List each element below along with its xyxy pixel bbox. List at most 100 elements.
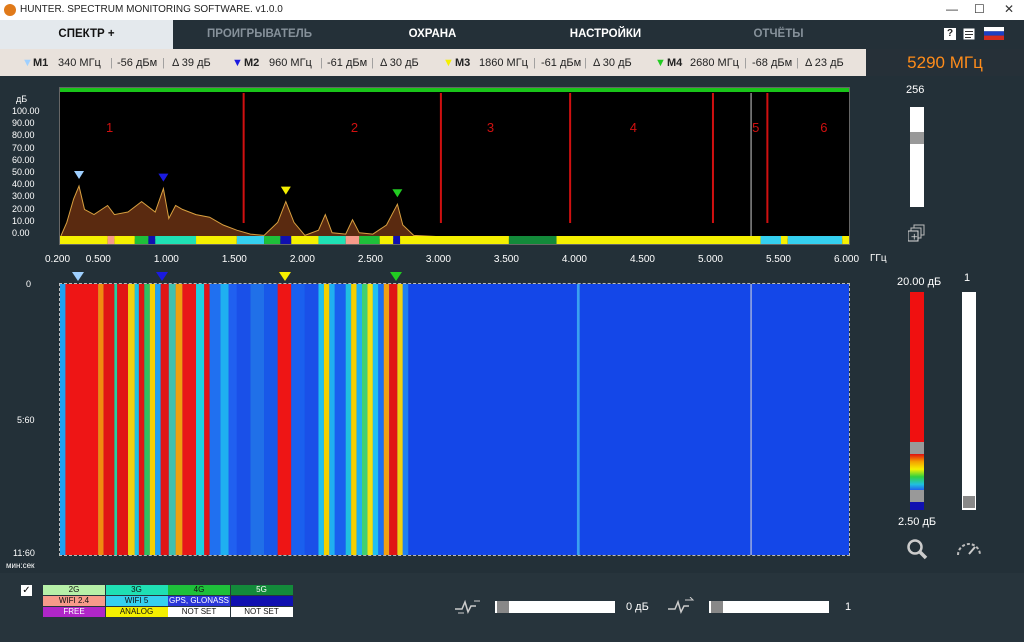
waterfall-column <box>351 284 357 555</box>
waterfall-column <box>65 284 99 555</box>
band-strip-segment <box>291 236 319 244</box>
band-strip-segment <box>148 236 156 244</box>
close-button[interactable]: ✕ <box>1004 2 1014 16</box>
spectrum-y-tick: 40.00 <box>12 179 35 190</box>
tab-player[interactable]: ПРОИГРЫВАТЕЛЬ <box>173 20 346 49</box>
spectrum-y-tick: 30.00 <box>12 191 35 202</box>
waterfall-marker-icon[interactable] <box>156 272 169 282</box>
marker-m2-name[interactable]: M2 <box>244 57 259 69</box>
marker-m3-name[interactable]: M3 <box>455 57 470 69</box>
waterfall-column <box>323 284 330 555</box>
band-strip-segment <box>760 236 781 244</box>
band-strip-segment <box>400 236 509 244</box>
speed-slider[interactable] <box>962 292 976 510</box>
tab-spectrum[interactable]: СПЕКТР + <box>0 20 173 49</box>
waterfall-marker-icon[interactable] <box>390 272 403 282</box>
legend-checkbox[interactable]: ✓ <box>21 585 32 596</box>
frequency-tick: 3.500 <box>493 254 519 265</box>
marker-m3-delta: Δ 30 дБ <box>593 57 632 69</box>
spectrum-plot[interactable]: 1 2 3 4 5 6 <box>59 87 850 245</box>
minimize-button[interactable]: — <box>946 2 958 16</box>
maximize-button[interactable]: ☐ <box>974 2 985 16</box>
marker-m4-name[interactable]: M4 <box>667 57 682 69</box>
marker-m2-level: -61 дБм <box>327 57 368 69</box>
waterfall-column <box>389 284 398 555</box>
gain-icon <box>455 599 480 615</box>
legend-item[interactable]: WIFI 5 <box>105 596 168 606</box>
band-strip-segment <box>114 236 135 244</box>
gain-value: 0 дБ <box>626 601 649 613</box>
waterfall-column <box>228 284 237 555</box>
marker-m1-icon: ▼ <box>22 57 33 69</box>
waterfall-column <box>397 284 403 555</box>
waterfall-column <box>204 284 210 555</box>
layers-icon[interactable]: + <box>908 224 926 242</box>
title-bar: HUNTER. SPECTRUM MONITORING SOFTWARE. v1… <box>0 0 1024 20</box>
legend-item[interactable]: GPS, GLONASS <box>168 596 230 606</box>
marker-m2-delta: Δ 30 дБ <box>380 57 419 69</box>
tab-reports[interactable]: ОТЧЁТЫ <box>692 20 865 49</box>
frequency-tick: 0.500 <box>85 254 111 265</box>
waterfall-column <box>367 284 373 555</box>
spectrum-y-tick: 50.00 <box>12 167 35 177</box>
marker-m3-level: -61 дБм <box>541 57 582 69</box>
speed-control-slider[interactable] <box>709 601 829 613</box>
zone-label: 2 <box>351 120 358 135</box>
russian-flag-icon[interactable] <box>984 27 1004 40</box>
legend-item[interactable]: FREE <box>43 607 105 617</box>
frequency-tick: 4.500 <box>629 254 655 265</box>
speed-control-knob[interactable] <box>711 601 723 613</box>
waterfall-column <box>168 284 176 555</box>
speedometer-icon[interactable] <box>955 538 983 558</box>
spectrum-marker <box>280 186 291 195</box>
gain-slider[interactable] <box>495 601 615 613</box>
waterfall-column <box>160 284 169 555</box>
wf-tick-0: 0 <box>26 279 32 289</box>
marker-m1-name[interactable]: M1 <box>33 57 48 69</box>
legend-item[interactable]: 3G <box>105 585 168 595</box>
legend-item[interactable]: WIFI 2.4 <box>43 596 105 606</box>
legend-item[interactable]: 2G <box>43 585 105 595</box>
spectrum-graph: 1 2 3 4 5 6 <box>60 88 849 244</box>
marker-m4-icon: ▼ <box>655 57 666 69</box>
range-slider-knob[interactable] <box>910 132 924 144</box>
speed-scale-value: 1 <box>964 272 971 284</box>
band-strip-segment <box>280 236 292 244</box>
band-strip-segment <box>359 236 380 244</box>
band-strip-segment <box>264 236 281 244</box>
band-strip-segment <box>60 236 108 244</box>
band-strip-segment <box>318 236 346 244</box>
zoom-icon[interactable] <box>906 538 928 560</box>
legend-item[interactable]: 4G <box>168 585 230 595</box>
legend-item[interactable]: 5G <box>230 585 293 595</box>
zone-label: 1 <box>106 120 113 135</box>
wf-tick-1: 5:60 <box>17 415 35 425</box>
legend-item[interactable]: ANALOG <box>105 607 168 617</box>
waterfall-column <box>361 284 368 555</box>
tab-guard[interactable]: ОХРАНА <box>346 20 519 49</box>
color-scale-bar[interactable] <box>910 292 924 510</box>
tab-settings[interactable]: НАСТРОЙКИ <box>519 20 692 49</box>
waterfall-marker-icon[interactable] <box>278 272 291 282</box>
legend-item[interactable] <box>230 596 293 606</box>
range-slider[interactable] <box>910 107 924 207</box>
waterfall-column <box>149 284 156 555</box>
waterfall-marker-icon[interactable] <box>72 272 85 282</box>
speed-slider-knob[interactable] <box>963 496 975 508</box>
zone-label: 3 <box>487 120 494 135</box>
frequency-tick: 2.000 <box>289 254 315 265</box>
legend-item[interactable]: NOT SET <box>230 607 293 617</box>
frequency-tick: 4.000 <box>561 254 587 265</box>
marker-m2-icon: ▼ <box>232 57 243 69</box>
help-icon[interactable]: ? <box>944 28 956 40</box>
document-icon[interactable] <box>963 28 975 40</box>
waterfall-display[interactable] <box>59 283 850 556</box>
gain-slider-knob[interactable] <box>497 601 509 613</box>
legend-item[interactable]: NOT SET <box>168 607 230 617</box>
waterfall-column <box>378 284 384 555</box>
center-frequency[interactable]: 5290 МГц <box>866 49 1024 76</box>
app-logo-icon <box>4 4 16 16</box>
waterfall-column <box>134 284 139 555</box>
marker-m4-freq: 2680 МГц <box>690 57 739 69</box>
db-min-label: 2.50 дБ <box>898 516 937 528</box>
